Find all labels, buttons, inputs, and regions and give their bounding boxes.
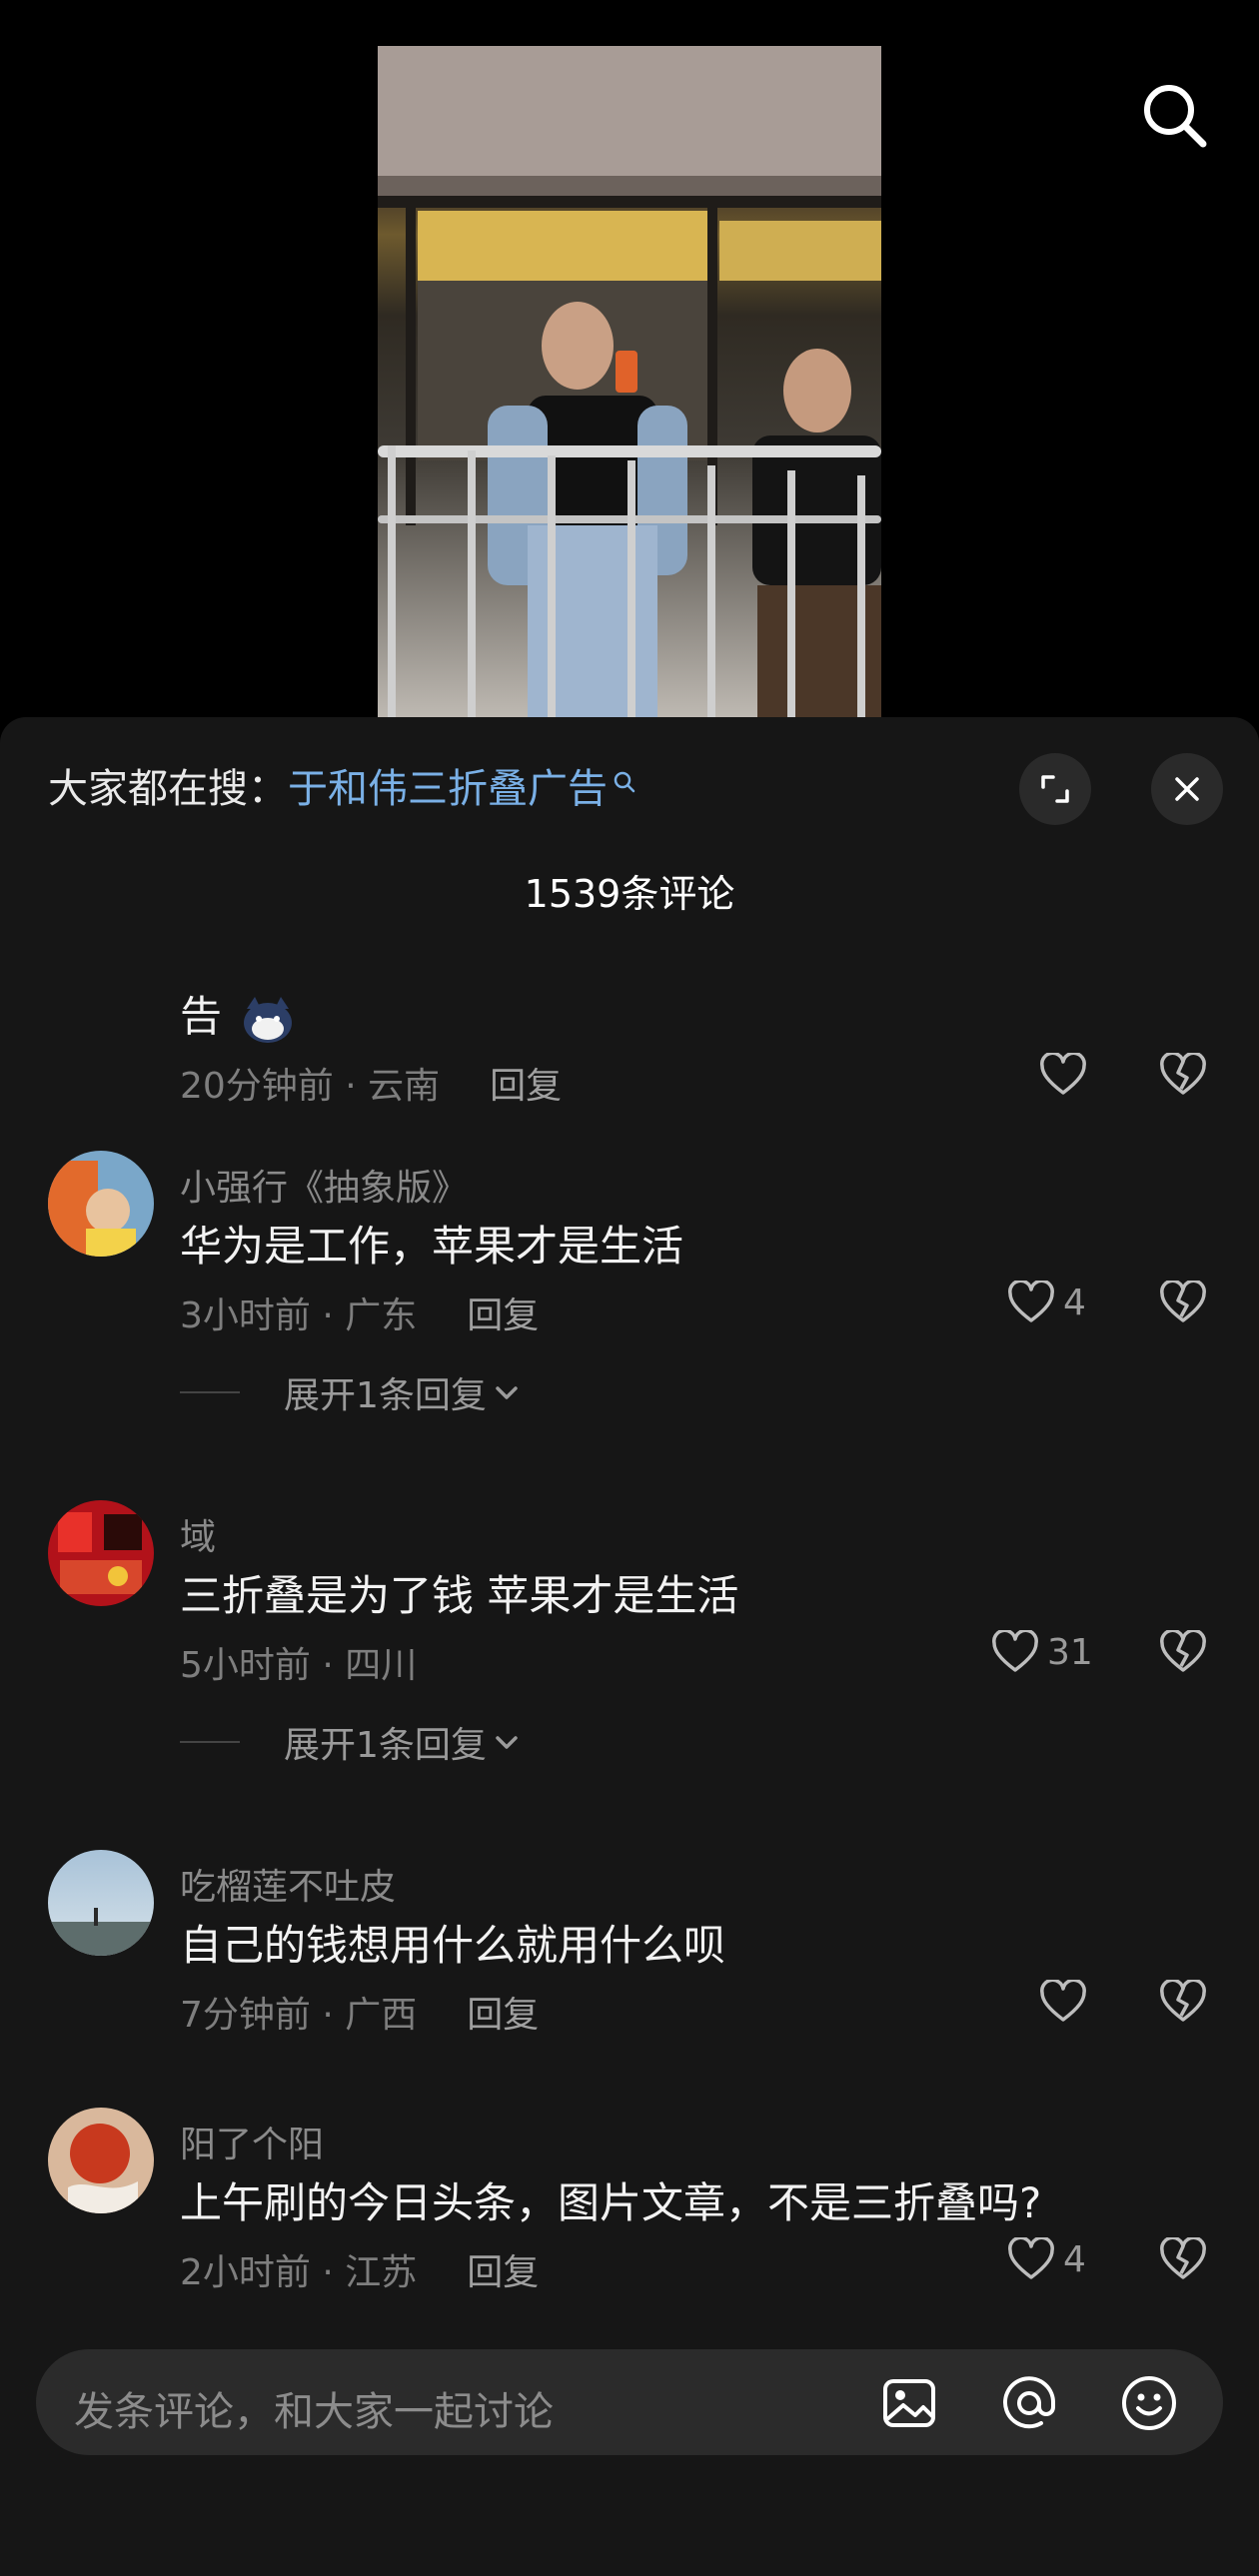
heart-icon [992,1630,1038,1672]
reply-button[interactable]: 回复 [467,1995,539,2036]
heart-icon [1008,2237,1054,2279]
broken-heart-icon [1160,1978,1206,2022]
avatar[interactable] [48,1500,154,1606]
like-count: 31 [1047,1631,1093,1673]
comment-text: 华为是工作，苹果才是生活 [180,1222,684,1271]
mention-icon[interactable] [999,2373,1059,2433]
cat-emoji-icon [244,996,293,1043]
expand-replies[interactable]: 展开1条回复 [180,1716,521,1768]
reply-button[interactable]: 回复 [490,1066,562,1107]
like-button[interactable]: 4 [1007,1281,1086,1324]
reply-button[interactable]: 回复 [467,1295,539,1336]
trending-keyword[interactable]: 于和伟三折叠广告 [288,766,608,812]
username[interactable]: 域 [180,1508,216,1560]
expand-replies[interactable]: 展开1条回复 [180,1366,521,1418]
broken-heart-icon [1160,1279,1206,1322]
like-count: 4 [1063,2238,1086,2280]
dislike-button[interactable] [1159,2235,1207,2285]
avatar[interactable] [48,2108,154,2213]
broken-heart-icon [1160,1628,1206,1672]
comments-sheet: 大家都在搜：于和伟三折叠广告 1539条评论 告 20分钟前 · 云南 回复 小… [0,717,1259,2576]
comment-meta: 7分钟前 · 广西 回复 [180,1995,540,2036]
comment-input[interactable]: 发条评论，和大家一起讨论 [36,2349,1223,2455]
comment-meta: 3小时前 · 广东 回复 [180,1295,540,1336]
heart-icon [1008,1281,1054,1322]
emoji-icon[interactable] [1119,2373,1179,2433]
comment-text: 告 [180,983,295,1045]
chevron-down-icon [496,1386,518,1399]
comment-text: 自己的钱想用什么就用什么呗 [180,1921,726,1970]
video-area[interactable] [0,0,1259,719]
like-button[interactable] [1039,1980,1087,2024]
like-button[interactable]: 31 [991,1630,1093,1674]
dislike-button[interactable] [1159,1051,1207,1101]
comment-meta: 20分钟前 · 云南 回复 [180,1066,563,1107]
like-button[interactable]: 4 [1007,2237,1086,2281]
username[interactable]: 小强行《抽象版》 [180,1159,468,1211]
search-icon[interactable] [1139,80,1209,150]
broken-heart-icon [1160,2235,1206,2279]
trending-label: 大家都在搜： [48,766,288,812]
username[interactable]: 吃榴莲不吐皮 [180,1858,396,1910]
divider [180,1741,240,1743]
comment-text: 三折叠是为了钱 苹果才是生活 [180,1571,739,1620]
image-icon[interactable] [879,2373,939,2433]
comment-meta: 2小时前 · 江苏 回复 [180,2252,540,2293]
avatar[interactable] [48,1850,154,1956]
close-icon[interactable] [1151,753,1223,825]
comments-count-title: 1539条评论 [524,872,735,916]
comment-input-placeholder: 发条评论，和大家一起讨论 [74,2389,554,2435]
trending-search[interactable]: 大家都在搜：于和伟三折叠广告 [48,765,637,813]
video-thumbnail[interactable] [378,46,881,719]
expand-icon[interactable] [1019,753,1091,825]
heart-icon [1040,1053,1086,1095]
avatar[interactable] [48,1151,154,1257]
divider [180,1391,240,1393]
heart-icon [1040,1980,1086,2022]
reply-button[interactable]: 回复 [467,2252,539,2293]
like-button[interactable] [1039,1053,1087,1097]
dislike-button[interactable] [1159,1279,1207,1328]
chevron-down-icon [496,1736,518,1749]
username[interactable]: 阳了个阳 [180,2116,324,2167]
broken-heart-icon [1160,1051,1206,1095]
dislike-button[interactable] [1159,1978,1207,2028]
like-count: 4 [1063,1282,1086,1323]
dislike-button[interactable] [1159,1628,1207,1678]
small-search-icon [614,771,635,793]
comment-text: 上午刷的今日头条，图片文章，不是三折叠吗? [180,2178,1042,2227]
comment-meta: 5小时前 · 四川 [180,1645,418,1686]
